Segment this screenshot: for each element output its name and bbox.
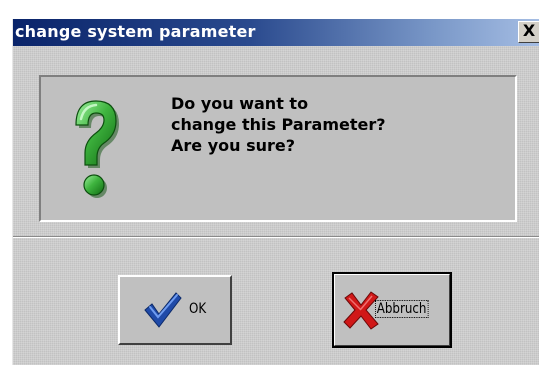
message-panel: Do you want to change this Parameter? Ar… [39,75,517,222]
window-title: change system parameter [15,22,256,41]
message-text: Do you want to change this Parameter? Ar… [171,93,386,156]
divider [13,236,539,238]
message-line: Are you sure? [171,136,296,155]
title-bar[interactable]: change system parameter X [13,19,539,46]
question-icon [75,100,119,198]
message-line: change this Parameter? [171,115,386,134]
close-button[interactable]: X [518,21,539,43]
cancel-button-label: Abbruch [375,300,429,318]
check-icon [144,292,182,328]
cancel-button[interactable]: Abbruch [332,272,452,348]
ok-button-label: OK [189,301,207,317]
ok-button[interactable]: OK [118,275,232,345]
message-line: Do you want to [171,94,309,113]
dialog-window: change system parameter X Do you want to… [12,19,539,365]
close-icon: X [522,21,536,40]
